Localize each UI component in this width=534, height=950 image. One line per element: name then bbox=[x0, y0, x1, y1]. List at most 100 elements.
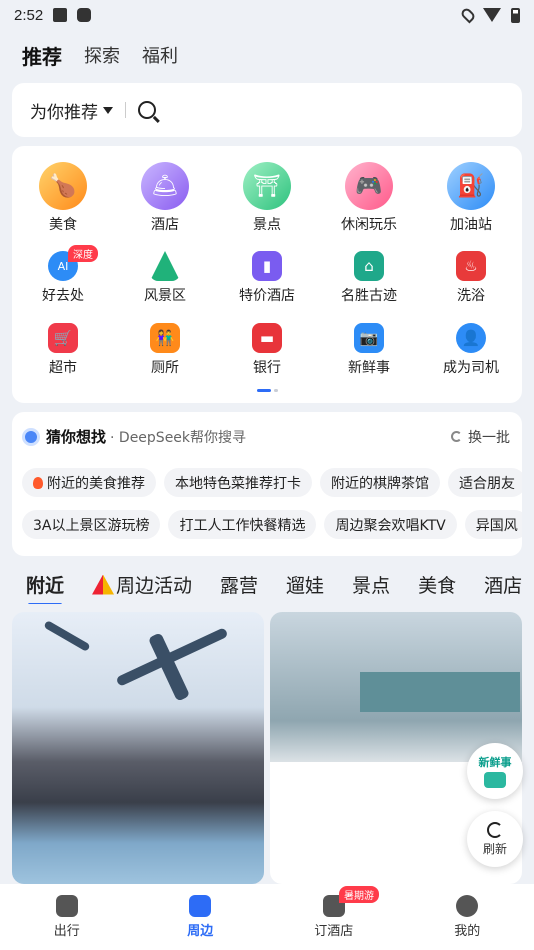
chip-label: 附近的棋牌茶馆 bbox=[331, 475, 429, 492]
tab-events-label: 周边活动 bbox=[116, 575, 193, 597]
recommend-selector[interactable]: 为你推荐 bbox=[30, 98, 113, 123]
nav-hotel-booking[interactable]: 暑期游 订酒店 bbox=[267, 884, 401, 950]
chip[interactable]: 附近的美食推荐 bbox=[22, 468, 156, 497]
refresh-fab[interactable]: 刷新 bbox=[467, 811, 523, 867]
grid-item-become-driver[interactable]: 👤 成为司机 bbox=[420, 321, 522, 377]
grid-item-scenic-area[interactable]: 风景区 bbox=[114, 249, 216, 305]
status-time: 2:52 bbox=[14, 6, 44, 24]
grid-item-gas-station[interactable]: ⛽ 加油站 bbox=[420, 162, 522, 234]
refresh-batch-label: 换一批 bbox=[468, 429, 510, 446]
guess-card: 猜你想找 · DeepSeek帮你搜寻 换一批 附近的美食推荐 本地特色菜推荐打… bbox=[12, 412, 522, 556]
tab-hotel[interactable]: 酒店 bbox=[484, 571, 522, 598]
grid-item-scenic[interactable]: ⛩ 景点 bbox=[216, 162, 318, 234]
notification-icon bbox=[53, 8, 68, 22]
fire-icon bbox=[33, 476, 43, 489]
page-dot bbox=[274, 389, 278, 392]
refresh-fab-label: 刷新 bbox=[482, 841, 507, 856]
grid-item-label: 酒店 bbox=[151, 217, 179, 233]
tab-camping[interactable]: 露营 bbox=[220, 571, 258, 598]
grid-item-label: 美食 bbox=[49, 217, 77, 233]
grid-item-discount-hotel[interactable]: ▮ 特价酒店 bbox=[216, 249, 318, 305]
bath-icon: ♨ bbox=[456, 251, 486, 281]
refresh-batch-button[interactable]: 换一批 bbox=[451, 427, 510, 447]
search-bar[interactable]: 为你推荐 bbox=[12, 83, 522, 137]
deepseek-bot-icon bbox=[22, 427, 40, 446]
chip[interactable]: 打工人工作快餐精选 bbox=[168, 510, 317, 539]
chip[interactable]: 3A以上景区游玩榜 bbox=[22, 510, 161, 539]
chip-label: 打工人工作快餐精选 bbox=[179, 517, 306, 534]
guess-header: 猜你想找 · DeepSeek帮你搜寻 换一批 bbox=[22, 426, 510, 447]
camera-icon bbox=[484, 772, 506, 788]
grid-item-good-places[interactable]: 深度 AI 好去处 bbox=[12, 245, 114, 305]
tab-kids[interactable]: 遛娃 bbox=[286, 571, 324, 598]
chip[interactable]: 异国风 bbox=[464, 510, 522, 539]
photo-detail bbox=[43, 620, 91, 652]
chip-label: 附近的美食推荐 bbox=[47, 475, 145, 492]
nav-label: 我的 bbox=[454, 924, 481, 939]
page-dot-active bbox=[257, 389, 271, 392]
travel-icon bbox=[55, 895, 78, 917]
gas-station-icon: ⛽ bbox=[447, 162, 495, 210]
grid-item-label: 休闲玩乐 bbox=[341, 217, 397, 233]
caret-down-icon bbox=[103, 106, 113, 114]
tab-welfare[interactable]: 福利 bbox=[142, 42, 178, 68]
page-indicator bbox=[257, 389, 278, 392]
refresh-icon bbox=[451, 431, 462, 442]
chip-label: 3A以上景区游玩榜 bbox=[33, 517, 150, 534]
grid-row: 🍗 美食 🛎 酒店 ⛩ 景点 🎮 休闲玩乐 ⛽ 加油站 bbox=[12, 162, 522, 234]
hotel-icon: 🛎 bbox=[141, 162, 189, 210]
driver-icon: 👤 bbox=[456, 323, 486, 353]
tab-food[interactable]: 美食 bbox=[418, 571, 456, 598]
chip[interactable]: 附近的棋牌茶馆 bbox=[320, 468, 440, 497]
grid-item-label: 景点 bbox=[253, 217, 281, 233]
chip-row: 3A以上景区游玩榜 打工人工作快餐精选 周边聚会欢唱KTV 异国风 bbox=[22, 510, 522, 539]
tab-nearby[interactable]: 附近 bbox=[26, 571, 64, 604]
chip[interactable]: 本地特色菜推荐打卡 bbox=[164, 468, 312, 497]
pagoda-icon: ⌂ bbox=[354, 251, 384, 281]
discount-hotel-icon: ▮ bbox=[252, 251, 282, 281]
chip-row: 附近的美食推荐 本地特色菜推荐打卡 附近的棋牌茶馆 适合朋友 bbox=[22, 468, 522, 497]
tab-scenic[interactable]: 景点 bbox=[352, 571, 390, 598]
news-fab-label: 新鲜事 bbox=[478, 756, 512, 769]
grid-item-leisure[interactable]: 🎮 休闲玩乐 bbox=[318, 162, 420, 234]
nav-profile[interactable]: 我的 bbox=[401, 884, 534, 950]
search-icon[interactable] bbox=[138, 101, 156, 119]
wifi-icon bbox=[483, 8, 501, 22]
nav-nearby[interactable]: 周边 bbox=[134, 884, 268, 950]
toilet-icon: 👫 bbox=[150, 323, 180, 353]
nav-label: 周边 bbox=[187, 924, 214, 939]
grid-row: 深度 AI 好去处 风景区 ▮ 特价酒店 ⌂ 名胜古迹 ♨ 洗浴 bbox=[12, 245, 522, 305]
nearby-icon bbox=[189, 895, 212, 917]
photo-detail bbox=[360, 672, 520, 712]
chip-label: 异国风 bbox=[475, 517, 518, 534]
chip[interactable]: 适合朋友 bbox=[448, 468, 522, 497]
grid-item-bank[interactable]: ▬ 银行 bbox=[216, 321, 318, 377]
tab-recommend[interactable]: 推荐 bbox=[22, 41, 62, 70]
tab-events[interactable]: 周边活动 bbox=[92, 571, 192, 598]
guess-title: 猜你想找 bbox=[46, 428, 107, 446]
chip[interactable]: 周边聚会欢唱KTV bbox=[324, 510, 457, 539]
food-icon: 🍗 bbox=[39, 162, 87, 210]
nav-label: 订酒店 bbox=[314, 924, 354, 939]
profile-icon bbox=[456, 895, 479, 917]
grid-item-historic-sites[interactable]: ⌂ 名胜古迹 bbox=[318, 249, 420, 305]
divider bbox=[125, 102, 126, 118]
grid-item-hotel[interactable]: 🛎 酒店 bbox=[114, 162, 216, 234]
grid-row: 🛒 超市 👫 厕所 ▬ 银行 📷 新鲜事 👤 成为司机 bbox=[12, 321, 522, 377]
nav-travel[interactable]: 出行 bbox=[0, 884, 134, 950]
grid-item-bath[interactable]: ♨ 洗浴 bbox=[420, 249, 522, 305]
status-bar: 2:52 bbox=[0, 0, 534, 30]
grid-item-food[interactable]: 🍗 美食 bbox=[12, 162, 114, 234]
news-camera-icon: 📷 bbox=[354, 323, 384, 353]
tab-explore[interactable]: 探索 bbox=[84, 42, 120, 68]
grid-item-label: 新鲜事 bbox=[348, 360, 390, 376]
tent-icon bbox=[92, 574, 115, 595]
guess-subtitle: · DeepSeek帮你搜寻 bbox=[110, 429, 247, 446]
news-fab[interactable]: 新鲜事 bbox=[467, 743, 523, 799]
grid-item-news[interactable]: 📷 新鲜事 bbox=[318, 321, 420, 377]
category-tabs-row: 附近 周边活动 露营 遛娃 景点 美食 酒店 bbox=[26, 571, 522, 604]
grid-item-supermarket[interactable]: 🛒 超市 bbox=[12, 321, 114, 377]
recommend-selector-label: 为你推荐 bbox=[30, 102, 98, 123]
feed-card-museum[interactable] bbox=[12, 612, 264, 884]
grid-item-toilet[interactable]: 👫 厕所 bbox=[114, 321, 216, 377]
